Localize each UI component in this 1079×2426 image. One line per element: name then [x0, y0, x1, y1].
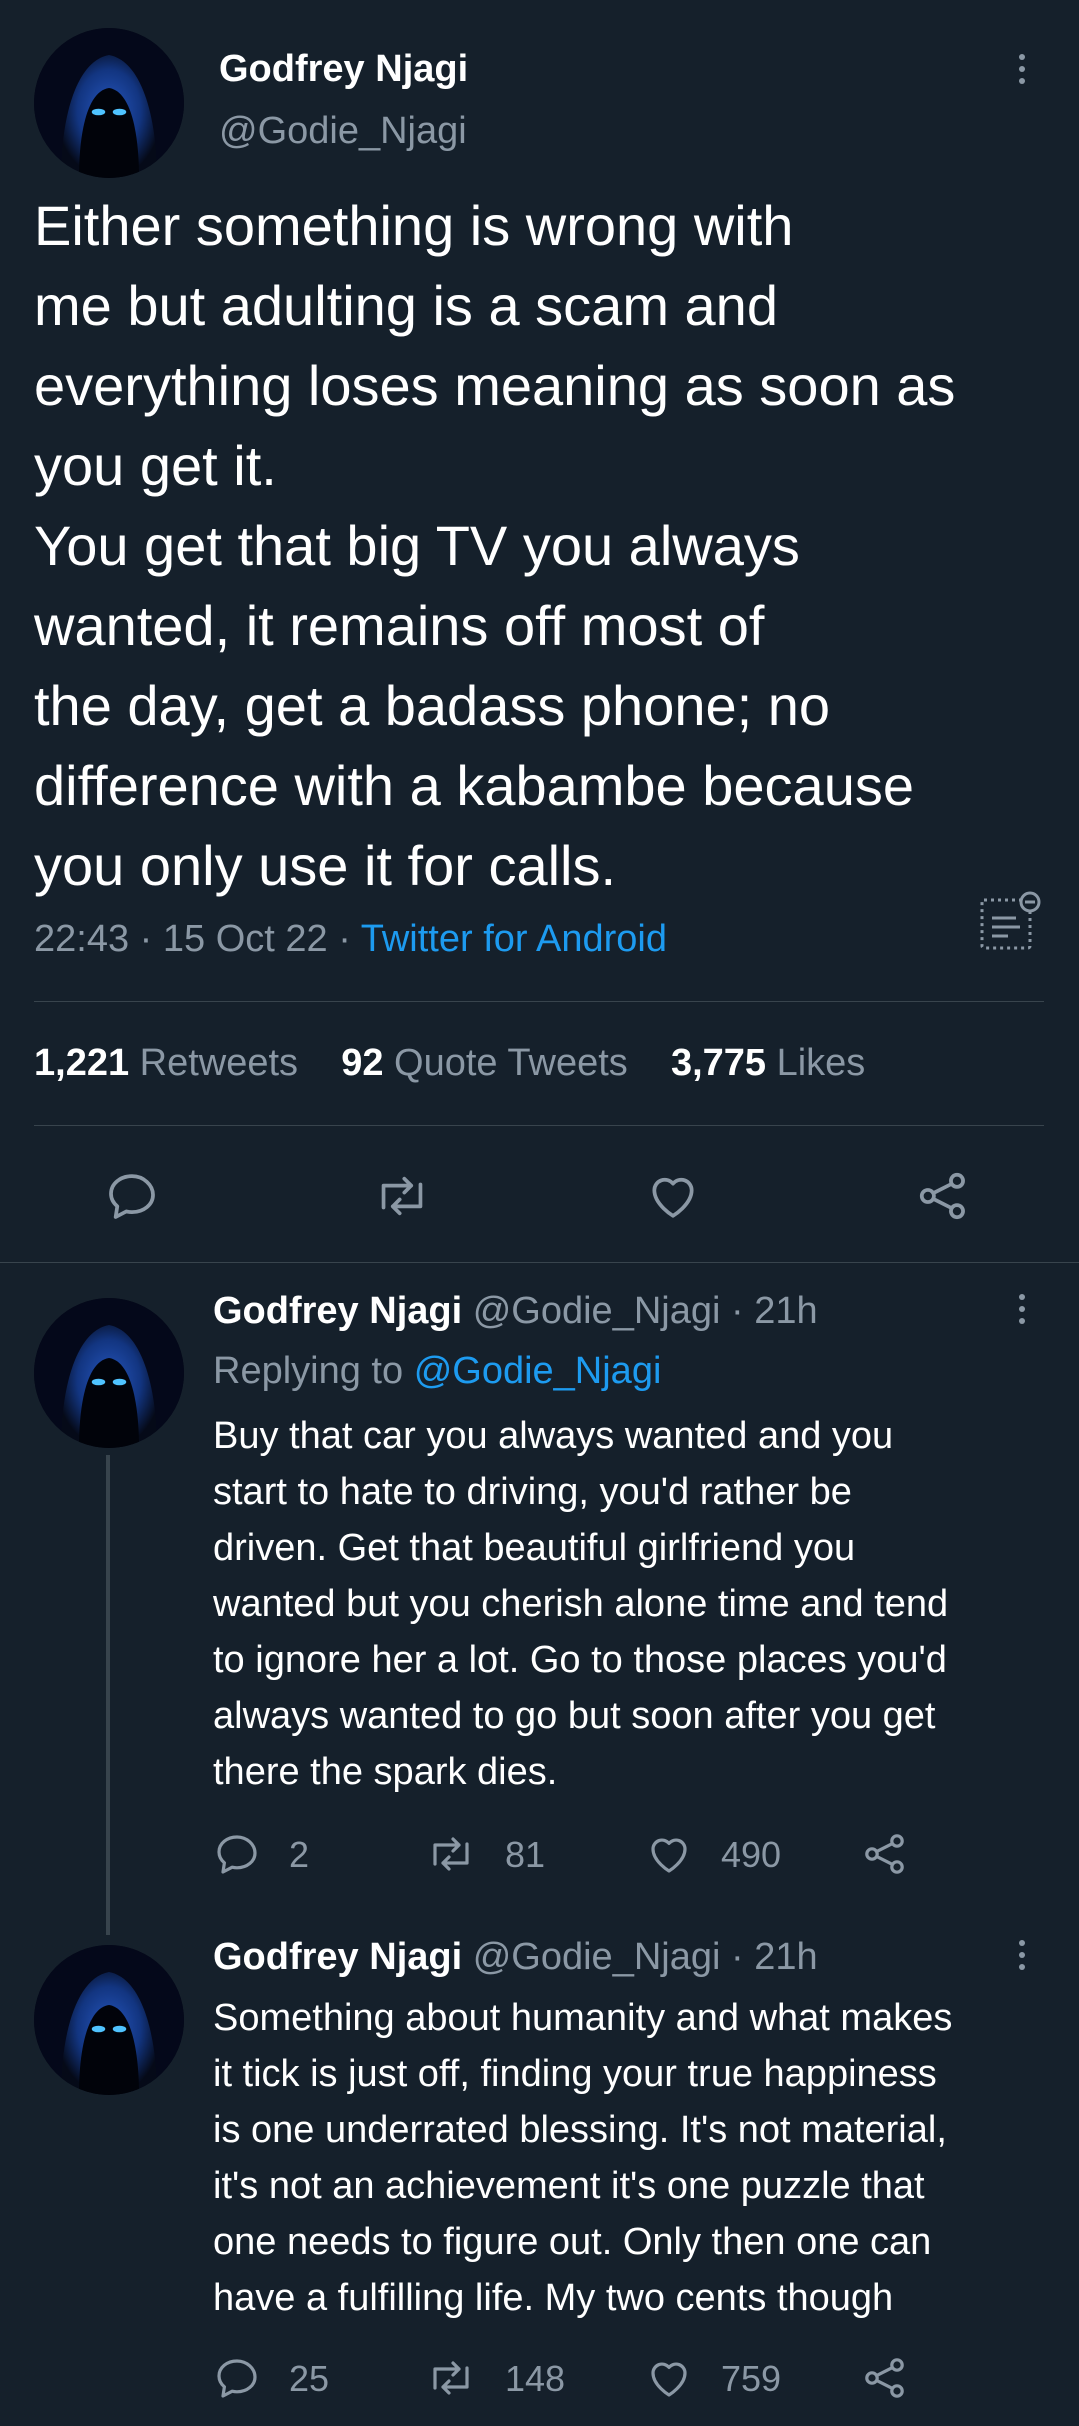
quote-tweets-stat[interactable]: 92 Quote Tweets	[341, 1042, 638, 1084]
heart-icon[interactable]	[645, 1168, 701, 1224]
reply-action-bar: 2 81 490	[213, 1826, 913, 1882]
tweet-text-line: Either something is wrong with	[34, 194, 794, 257]
author-handle[interactable]: @Godie_Njagi	[473, 1290, 721, 1332]
tweet-text-line: You get that big TV you always	[34, 514, 800, 577]
reply-text-line: Buy that car you always wanted and you	[213, 1415, 894, 1457]
more-vertical-icon[interactable]	[1014, 50, 1030, 94]
reply-count: 2	[289, 1834, 310, 1875]
author-handle[interactable]: @Godie_Njagi	[473, 1936, 721, 1978]
reply-header: Godfrey Njagi @Godie_Njagi · 21h	[213, 1936, 818, 1979]
reply-icon[interactable]	[213, 1830, 261, 1878]
author-name[interactable]: Godfrey Njagi	[219, 48, 468, 91]
retweets-count: 1,221	[34, 1042, 130, 1084]
separator: ·	[139, 918, 153, 960]
tweet-text-line: me but adulting is a scam and	[34, 274, 778, 337]
reply-text-line: always wanted to go but soon after you g…	[213, 1695, 936, 1737]
share-icon[interactable]	[915, 1168, 971, 1224]
reply-text-line: have a fulfilling life. My two cents tho…	[213, 2277, 894, 2319]
likes-stat[interactable]: 3,775 Likes	[671, 1042, 865, 1084]
replying-to: Replying to @Godie_Njagi	[213, 1350, 661, 1393]
replying-to-handle[interactable]: @Godie_Njagi	[414, 1350, 662, 1392]
retweets-label: Retweets	[139, 1042, 299, 1084]
retweet-count: 81	[505, 1834, 546, 1875]
separator: ·	[338, 918, 351, 960]
engagement-stats: 1,221 Retweets 92 Quote Tweets 3,775 Lik…	[34, 1042, 865, 1085]
tweet-time: 22:43	[34, 918, 130, 960]
reply-text-line: Something about humanity and what makes	[213, 1997, 953, 2039]
reply-text: Something about humanity and what makes …	[213, 1990, 952, 2326]
retweet-count: 148	[505, 2358, 566, 2399]
retweet-icon[interactable]	[425, 2354, 477, 2402]
tweet-text-line: everything loses meaning as soon as	[34, 354, 956, 417]
tweet-source-link[interactable]: Twitter for Android	[361, 918, 667, 960]
reply-text-line: it tick is just off, finding your true h…	[213, 2053, 937, 2095]
heart-icon[interactable]	[645, 2354, 693, 2402]
like-count: 490	[721, 1834, 782, 1875]
likes-label: Likes	[776, 1042, 866, 1084]
likes-count: 3,775	[670, 1042, 767, 1084]
retweet-icon[interactable]	[425, 1830, 477, 1878]
reply-action-bar: 25 148 759	[213, 2350, 913, 2406]
reply-text-line: there the spark dies.	[213, 1751, 558, 1793]
divider	[0, 1262, 1079, 1263]
more-vertical-icon[interactable]	[1014, 1936, 1030, 1980]
reply-text: Buy that car you always wanted and you s…	[213, 1408, 948, 1800]
tweet-text-line: the day, get a badass phone; no	[34, 674, 831, 737]
reply-icon[interactable]	[104, 1168, 160, 1224]
share-icon[interactable]	[861, 2354, 909, 2402]
quote-tweets-count: 92	[341, 1042, 384, 1084]
author-name[interactable]: Godfrey Njagi	[213, 1290, 462, 1332]
quote-tweets-label: Quote Tweets	[394, 1042, 628, 1084]
tweet-text-line: wanted, it remains off most of	[34, 594, 765, 657]
tweet-text: Either something is wrong with me but ad…	[34, 186, 955, 906]
retweet-icon[interactable]	[372, 1168, 432, 1224]
tweet-date: 15 Oct 22	[162, 918, 328, 960]
retweets-stat[interactable]: 1,221 Retweets	[34, 1042, 309, 1084]
author-name[interactable]: Godfrey Njagi	[213, 1936, 462, 1978]
author-handle[interactable]: @Godie_Njagi	[219, 110, 467, 153]
divider	[34, 1001, 1044, 1002]
reply-timestamp: · 21h	[731, 1290, 818, 1332]
reply-text-line: to ignore her a lot. Go to those places …	[213, 1639, 947, 1681]
replying-to-label: Replying to	[213, 1350, 404, 1392]
reply-text-line: start to hate to driving, you'd rather b…	[213, 1471, 852, 1513]
avatar[interactable]	[34, 1945, 184, 2095]
heart-icon[interactable]	[645, 1830, 693, 1878]
tweet-analytics-icon[interactable]	[978, 890, 1044, 956]
reply-text-line: driven. Get that beautiful girlfriend yo…	[213, 1527, 856, 1569]
reply-timestamp: · 21h	[731, 1936, 818, 1978]
tweet-text-line: difference with a kabambe because	[34, 754, 914, 817]
reply-header: Godfrey Njagi @Godie_Njagi · 21h	[213, 1290, 818, 1333]
divider	[34, 1125, 1044, 1126]
share-icon[interactable]	[861, 1830, 909, 1878]
reply-text-line: it's not an achievement it's one puzzle …	[213, 2165, 925, 2207]
reply-text-line: wanted but you cherish alone time and te…	[213, 1583, 949, 1625]
avatar[interactable]	[34, 1298, 184, 1448]
reply-text-line: is one underrated blessing. It's not mat…	[213, 2109, 947, 2151]
tweet-text-line: you only use it for calls.	[34, 834, 617, 897]
more-vertical-icon[interactable]	[1014, 1290, 1030, 1334]
thread-connector	[106, 1455, 110, 1935]
tweet-metadata: 22:43 · 15 Oct 22 · Twitter for Android	[34, 918, 667, 961]
avatar[interactable]	[34, 28, 184, 178]
reply-count: 25	[289, 2358, 330, 2399]
like-count: 759	[721, 2358, 782, 2399]
reply-icon[interactable]	[213, 2354, 261, 2402]
tweet-text-line: you get it.	[34, 434, 277, 497]
reply-text-line: one needs to figure out. Only then one c…	[213, 2221, 932, 2263]
